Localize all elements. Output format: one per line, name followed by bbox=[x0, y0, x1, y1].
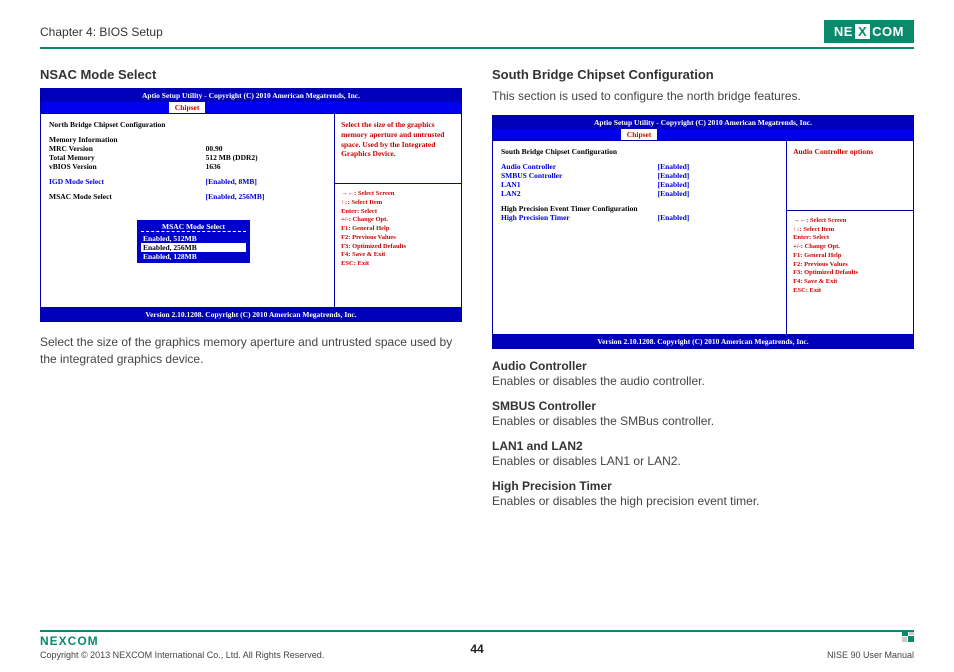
bios-title: Aptio Setup Utility - Copyright (C) 2010… bbox=[41, 89, 461, 102]
footer-logo: NEXCOM bbox=[40, 634, 324, 648]
smbus-controller[interactable]: SMBUS Controller[Enabled] bbox=[501, 171, 778, 180]
header-bar: Chapter 4: BIOS Setup NEXCOM bbox=[40, 20, 914, 49]
footer-bar: NEXCOM Copyright © 2013 NEXCOM Internati… bbox=[40, 630, 914, 660]
page-number: 44 bbox=[470, 642, 483, 656]
tab-chipset-r[interactable]: Chipset bbox=[621, 129, 658, 140]
msac-popup: MSAC Mode Select Enabled, 512MB Enabled,… bbox=[136, 219, 251, 264]
popup-opt-256[interactable]: Enabled, 256MB bbox=[141, 243, 246, 252]
left-caption: Select the size of the graphics memory a… bbox=[40, 334, 462, 368]
popup-opt-128[interactable]: Enabled, 128MB bbox=[141, 252, 246, 261]
tab-chipset[interactable]: Chipset bbox=[169, 102, 206, 113]
lan2[interactable]: LAN2[Enabled] bbox=[501, 189, 778, 198]
bios-panel-left: Aptio Setup Utility - Copyright (C) 2010… bbox=[40, 88, 462, 322]
bios-key-help: →←: Select Screen ↑↓: Select Item Enter:… bbox=[335, 184, 461, 307]
audio-controller-title: Audio Controller bbox=[492, 359, 914, 373]
high-precision-timer[interactable]: High Precision Timer[Enabled] bbox=[501, 213, 778, 222]
brand-logo: NEXCOM bbox=[824, 20, 914, 43]
hpt-title: High Precision Timer bbox=[492, 479, 914, 493]
right-intro: This section is used to configure the no… bbox=[492, 88, 914, 105]
right-column: South Bridge Chipset Configuration This … bbox=[492, 67, 914, 514]
right-section-title: South Bridge Chipset Configuration bbox=[492, 67, 914, 82]
msac-mode-select[interactable]: MSAC Mode Select[Enabled, 256MB] bbox=[49, 192, 326, 201]
popup-opt-512[interactable]: Enabled, 512MB bbox=[141, 234, 246, 243]
mem-info: Memory Information bbox=[49, 135, 326, 144]
bios-footer: Version 2.10.1208. Copyright (C) 2010 Am… bbox=[41, 308, 461, 321]
chapter-title: Chapter 4: BIOS Setup bbox=[40, 25, 163, 39]
left-section-title: NSAC Mode Select bbox=[40, 67, 462, 82]
lan-title: LAN1 and LAN2 bbox=[492, 439, 914, 453]
lan1[interactable]: LAN1[Enabled] bbox=[501, 180, 778, 189]
igd-mode-select[interactable]: IGD Mode Select[Enabled, 8MB] bbox=[49, 177, 326, 186]
south-bridge-heading: South Bridge Chipset Configuration bbox=[501, 147, 778, 156]
north-bridge-heading: North Bridge Chipset Configuration bbox=[49, 120, 326, 129]
audio-controller[interactable]: Audio Controller[Enabled] bbox=[501, 162, 778, 171]
left-column: NSAC Mode Select Aptio Setup Utility - C… bbox=[40, 67, 462, 514]
bios-help-text: Select the size of the graphics memory a… bbox=[335, 114, 461, 184]
copyright: Copyright © 2013 NEXCOM International Co… bbox=[40, 650, 324, 660]
bios-panel-right: Aptio Setup Utility - Copyright (C) 2010… bbox=[492, 115, 914, 349]
smbus-controller-title: SMBUS Controller bbox=[492, 399, 914, 413]
manual-name: NISE 90 User Manual bbox=[827, 650, 914, 660]
bios-tabs: Chipset bbox=[41, 102, 461, 113]
